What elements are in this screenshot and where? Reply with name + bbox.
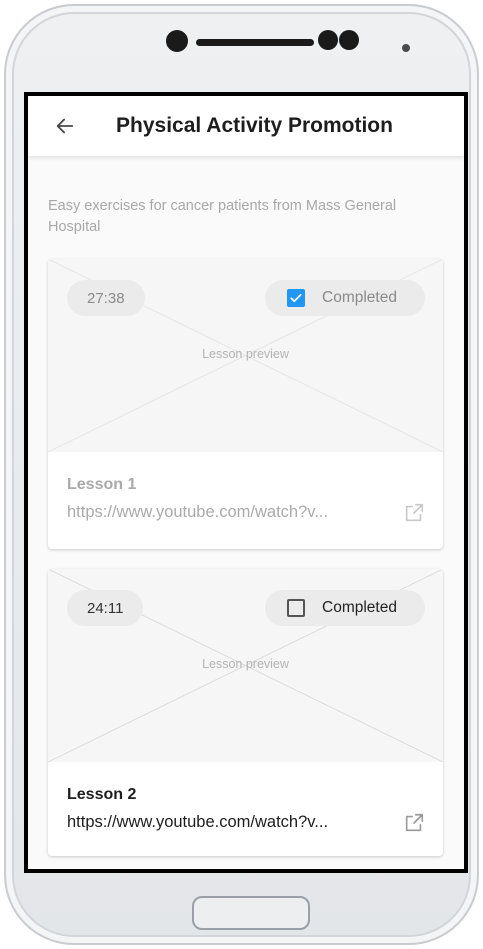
lesson-title: Lesson 2 xyxy=(67,786,137,803)
lesson-preview[interactable]: Lesson preview 27:38 Completed xyxy=(48,259,443,452)
lesson-url[interactable]: https://www.youtube.com/watch?v... xyxy=(67,813,397,832)
app-bar: Physical Activity Promotion xyxy=(28,96,464,156)
duration-badge: 24:11 xyxy=(67,590,144,626)
lesson-card[interactable]: Lesson preview 24:11 Completed Lesson 2 … xyxy=(48,569,443,856)
home-button[interactable] xyxy=(192,896,310,930)
open-external-icon[interactable] xyxy=(403,502,425,524)
front-camera xyxy=(166,30,188,52)
earpiece-speaker xyxy=(196,39,314,46)
checkbox-checked-icon[interactable] xyxy=(287,289,305,307)
page-title: Physical Activity Promotion xyxy=(116,114,393,137)
check-icon xyxy=(290,293,302,303)
lesson-card[interactable]: Lesson preview 27:38 Completed Lesson 1 … xyxy=(48,259,443,549)
open-external-icon[interactable] xyxy=(403,812,425,834)
lesson-preview[interactable]: Lesson preview 24:11 Completed xyxy=(48,569,443,762)
completed-toggle[interactable]: Completed xyxy=(265,280,425,316)
lesson-info: Lesson 1 https://www.youtube.com/watch?v… xyxy=(48,452,443,549)
completed-toggle[interactable]: Completed xyxy=(265,590,425,626)
completed-label: Completed xyxy=(322,289,397,306)
completed-label: Completed xyxy=(322,599,397,616)
preview-label: Lesson preview xyxy=(202,657,289,671)
lesson-info: Lesson 2 https://www.youtube.com/watch?v… xyxy=(48,762,443,856)
duration-badge: 27:38 xyxy=(67,280,145,316)
lesson-url[interactable]: https://www.youtube.com/watch?v... xyxy=(67,503,397,522)
arrow-left-icon xyxy=(56,118,74,134)
app-screen: Physical Activity Promotion Easy exercis… xyxy=(24,92,468,873)
sensor-left xyxy=(318,30,338,50)
back-button[interactable] xyxy=(45,106,85,146)
checkbox-unchecked-icon[interactable] xyxy=(287,599,305,617)
proximity-sensor xyxy=(402,44,410,52)
sensor-right xyxy=(339,30,359,50)
preview-label: Lesson preview xyxy=(202,347,289,361)
page-subtitle: Easy exercises for cancer patients from … xyxy=(48,198,397,235)
lesson-title: Lesson 1 xyxy=(67,476,137,493)
